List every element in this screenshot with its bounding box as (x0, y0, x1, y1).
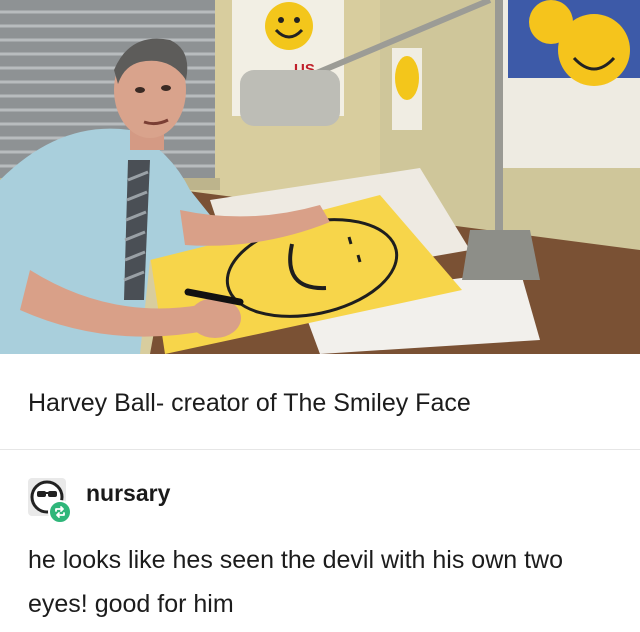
divider (0, 449, 640, 450)
tumblr-post: US Harvey Ball- creator of The Smiley Fa… (0, 0, 640, 632)
reblog-icon (48, 500, 72, 524)
reblog-comment: he looks like hes seen the devil with hi… (28, 546, 564, 618)
post-caption: Harvey Ball- creator of The Smiley Face (28, 389, 471, 417)
reblog-header: nursary (28, 478, 170, 524)
post-photo: US (0, 0, 640, 354)
avatar-container[interactable] (28, 478, 72, 524)
reblog-username[interactable]: nursary (86, 478, 170, 508)
